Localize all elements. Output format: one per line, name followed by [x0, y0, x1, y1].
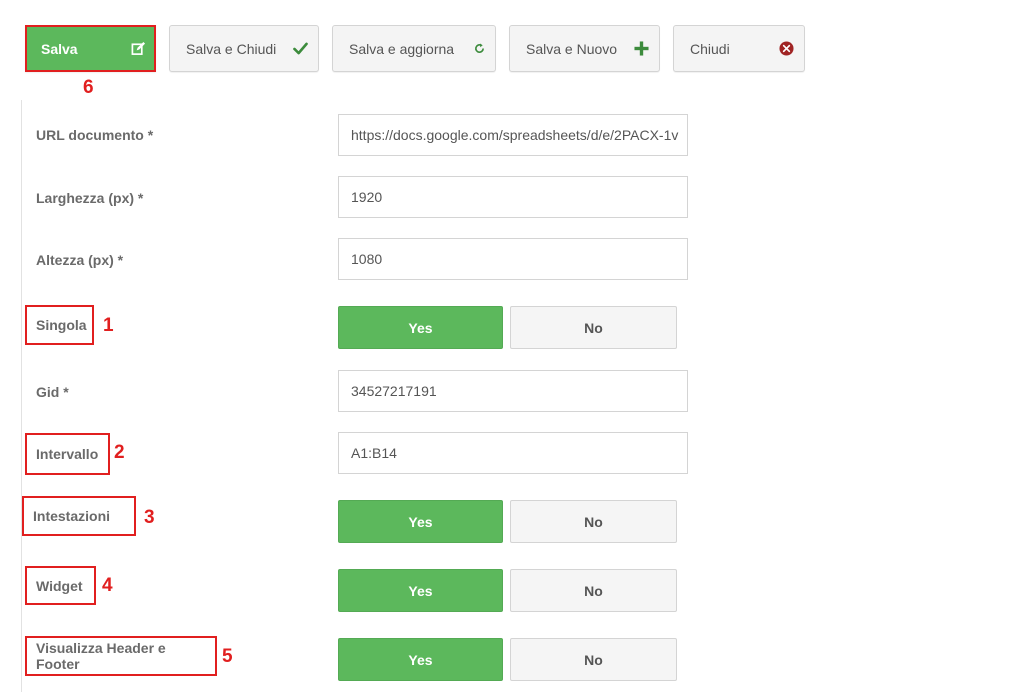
close-label: Chiudi — [690, 40, 730, 57]
edit-icon — [131, 41, 146, 56]
form-left-divider — [21, 100, 22, 692]
interval-label-text: Intervallo — [36, 446, 99, 462]
save-and-close-button[interactable]: Salva e Chiudi — [169, 25, 319, 72]
url-input[interactable]: https://docs.google.com/spreadsheets/d/e… — [338, 114, 688, 156]
widget-label-text: Widget — [36, 577, 83, 594]
annotation-number-5: 5 — [222, 646, 233, 667]
height-input[interactable]: 1080 — [338, 238, 688, 280]
annotation-number-4: 4 — [102, 575, 113, 596]
save-and-new-button[interactable]: Salva e Nuovo — [509, 25, 660, 72]
header-footer-label: Visualizza Header e Footer — [25, 636, 217, 676]
annotation-number-6: 6 — [83, 77, 94, 98]
annotation-number-3: 3 — [144, 507, 155, 528]
annotation-number-1: 1 — [103, 315, 114, 336]
width-label: Larghezza (px) * — [36, 190, 144, 206]
close-button[interactable]: Chiudi — [673, 25, 805, 72]
check-icon — [293, 42, 308, 55]
single-yes-button[interactable]: Yes — [338, 306, 503, 349]
width-input[interactable]: 1920 — [338, 176, 688, 218]
single-no-button[interactable]: No — [510, 306, 677, 349]
close-circle-icon — [779, 41, 794, 56]
single-label-text: Singola — [36, 317, 87, 333]
headings-label: Intestazioni — [22, 496, 136, 536]
widget-yes-button[interactable]: Yes — [338, 569, 503, 612]
plus-icon — [634, 41, 649, 56]
save-and-close-label: Salva e Chiudi — [186, 40, 277, 57]
widget-label: Widget — [25, 566, 96, 605]
header-footer-yes-button[interactable]: Yes — [338, 638, 503, 681]
annotation-number-2: 2 — [114, 442, 125, 463]
height-label: Altezza (px) * — [36, 252, 124, 268]
gid-input[interactable]: 34527217191 — [338, 370, 688, 412]
header-footer-label-text: Visualizza Header e Footer — [36, 640, 166, 672]
single-label: Singola — [25, 305, 94, 345]
header-footer-no-button[interactable]: No — [510, 638, 677, 681]
interval-label: Intervallo — [25, 433, 110, 475]
headings-label-text: Intestazioni — [33, 508, 111, 524]
interval-input[interactable]: A1:B14 — [338, 432, 688, 474]
gid-label: Gid * — [36, 384, 69, 400]
url-label: URL documento * — [36, 127, 154, 143]
headings-yes-button[interactable]: Yes — [338, 500, 503, 543]
save-button-label: Salva — [41, 40, 78, 57]
refresh-icon — [474, 43, 485, 54]
save-and-new-label: Salva e Nuovo — [526, 40, 618, 57]
save-button[interactable]: Salva — [25, 25, 156, 72]
widget-no-button[interactable]: No — [510, 569, 677, 612]
headings-no-button[interactable]: No — [510, 500, 677, 543]
save-and-update-label: Salva e aggiorna — [349, 40, 455, 57]
save-and-update-button[interactable]: Salva e aggiorna — [332, 25, 496, 72]
